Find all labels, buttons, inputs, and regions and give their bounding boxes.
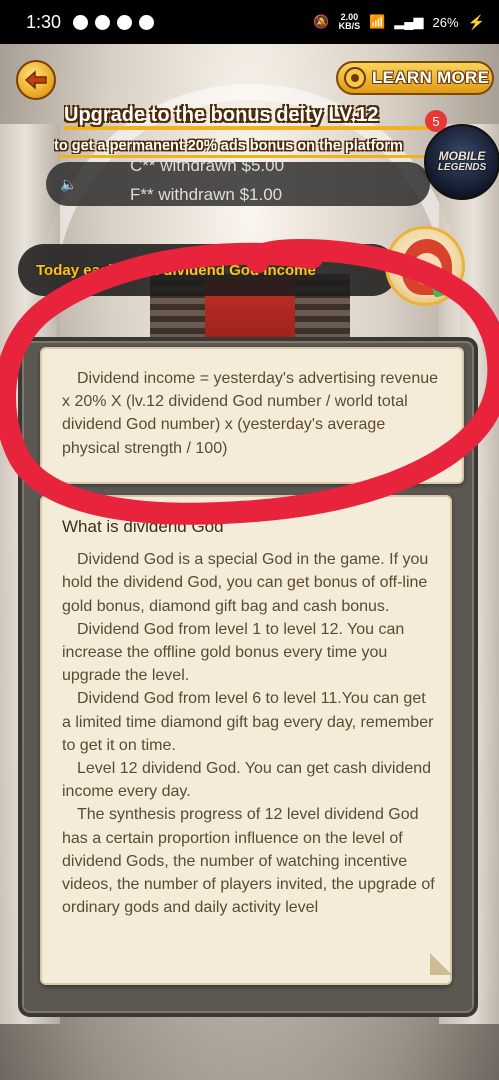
page-curl xyxy=(430,953,452,975)
network-speed-unit: KB/S xyxy=(338,21,361,31)
subline-underline xyxy=(58,155,430,158)
learn-more-label: LEARN MORE xyxy=(372,68,490,87)
paragraph: Dividend God from level 1 to level 12. Y… xyxy=(62,620,405,685)
status-time: 1:30 xyxy=(26,11,62,32)
ml-logo-line1: MOBILE xyxy=(438,149,486,163)
notification-badge: 5 xyxy=(425,110,447,132)
paragraph: Dividend God from level 6 to level 11.Yo… xyxy=(62,690,434,754)
arrow-left-icon xyxy=(24,70,47,90)
game-controller-icon xyxy=(95,14,111,30)
upgrade-headline: Upgrade to the bonus deity LV.12 xyxy=(64,104,379,126)
paragraph: Dividend God is a special God in the gam… xyxy=(62,551,429,615)
formula-card: Dividend income = yesterday's advertisin… xyxy=(40,347,464,484)
learn-more-button[interactable]: LEARN MORE xyxy=(336,61,494,95)
today-income-bar: Today each LV.12 dividend God income 68 xyxy=(18,244,398,296)
network-speed: 2.00 KB/S xyxy=(339,13,361,31)
coin-icon xyxy=(344,67,366,89)
upgrade-subline: to get a permanent 20% ads bonus on the … xyxy=(54,138,403,154)
explanation-card[interactable]: What is dividend God Dividend God is a s… xyxy=(40,495,452,985)
ticker-line: F** withdrawn $1.00 xyxy=(130,185,283,204)
wifi-icon: 📶 xyxy=(369,14,386,29)
back-button[interactable] xyxy=(16,60,56,100)
mobile-legends-ad[interactable]: MOBILE LEGENDS xyxy=(424,124,499,200)
formula-text: Dividend income = yesterday's advertisin… xyxy=(62,370,439,457)
telegram-icon xyxy=(117,14,133,30)
today-income-text: Today each LV.12 dividend God income xyxy=(36,261,316,279)
paragraph: The synthesis progress of 12 level divid… xyxy=(62,806,435,917)
ticker-line: C** withdrawn $5.00 xyxy=(130,162,285,175)
status-bar: 1:30 🔕 2.00 KB/S 📶 ▂▄▆ 26% ⚡ xyxy=(0,0,499,44)
signal-icon: ▂▄▆ xyxy=(394,14,424,29)
dividend-god-avatar xyxy=(385,226,465,306)
paragraph: Level 12 dividend God. You can get cash … xyxy=(62,760,432,801)
facebook-icon xyxy=(139,14,155,30)
ml-logo-line2: LEGENDS xyxy=(437,162,487,173)
mute-bell-icon: 🔕 xyxy=(313,14,330,29)
section-title: What is dividend God xyxy=(62,517,224,536)
charging-icon: ⚡ xyxy=(467,13,485,30)
speaker-icon: 🔈 xyxy=(60,176,78,192)
messenger-icon xyxy=(73,14,89,30)
withdraw-ticker: 🔈 C** withdrawn $5.00 F** withdrawn $1.0… xyxy=(46,162,430,206)
battery-percent: 26% xyxy=(432,14,459,30)
status-right: 🔕 2.00 KB/S 📶 ▂▄▆ 26% ⚡ xyxy=(313,13,485,31)
